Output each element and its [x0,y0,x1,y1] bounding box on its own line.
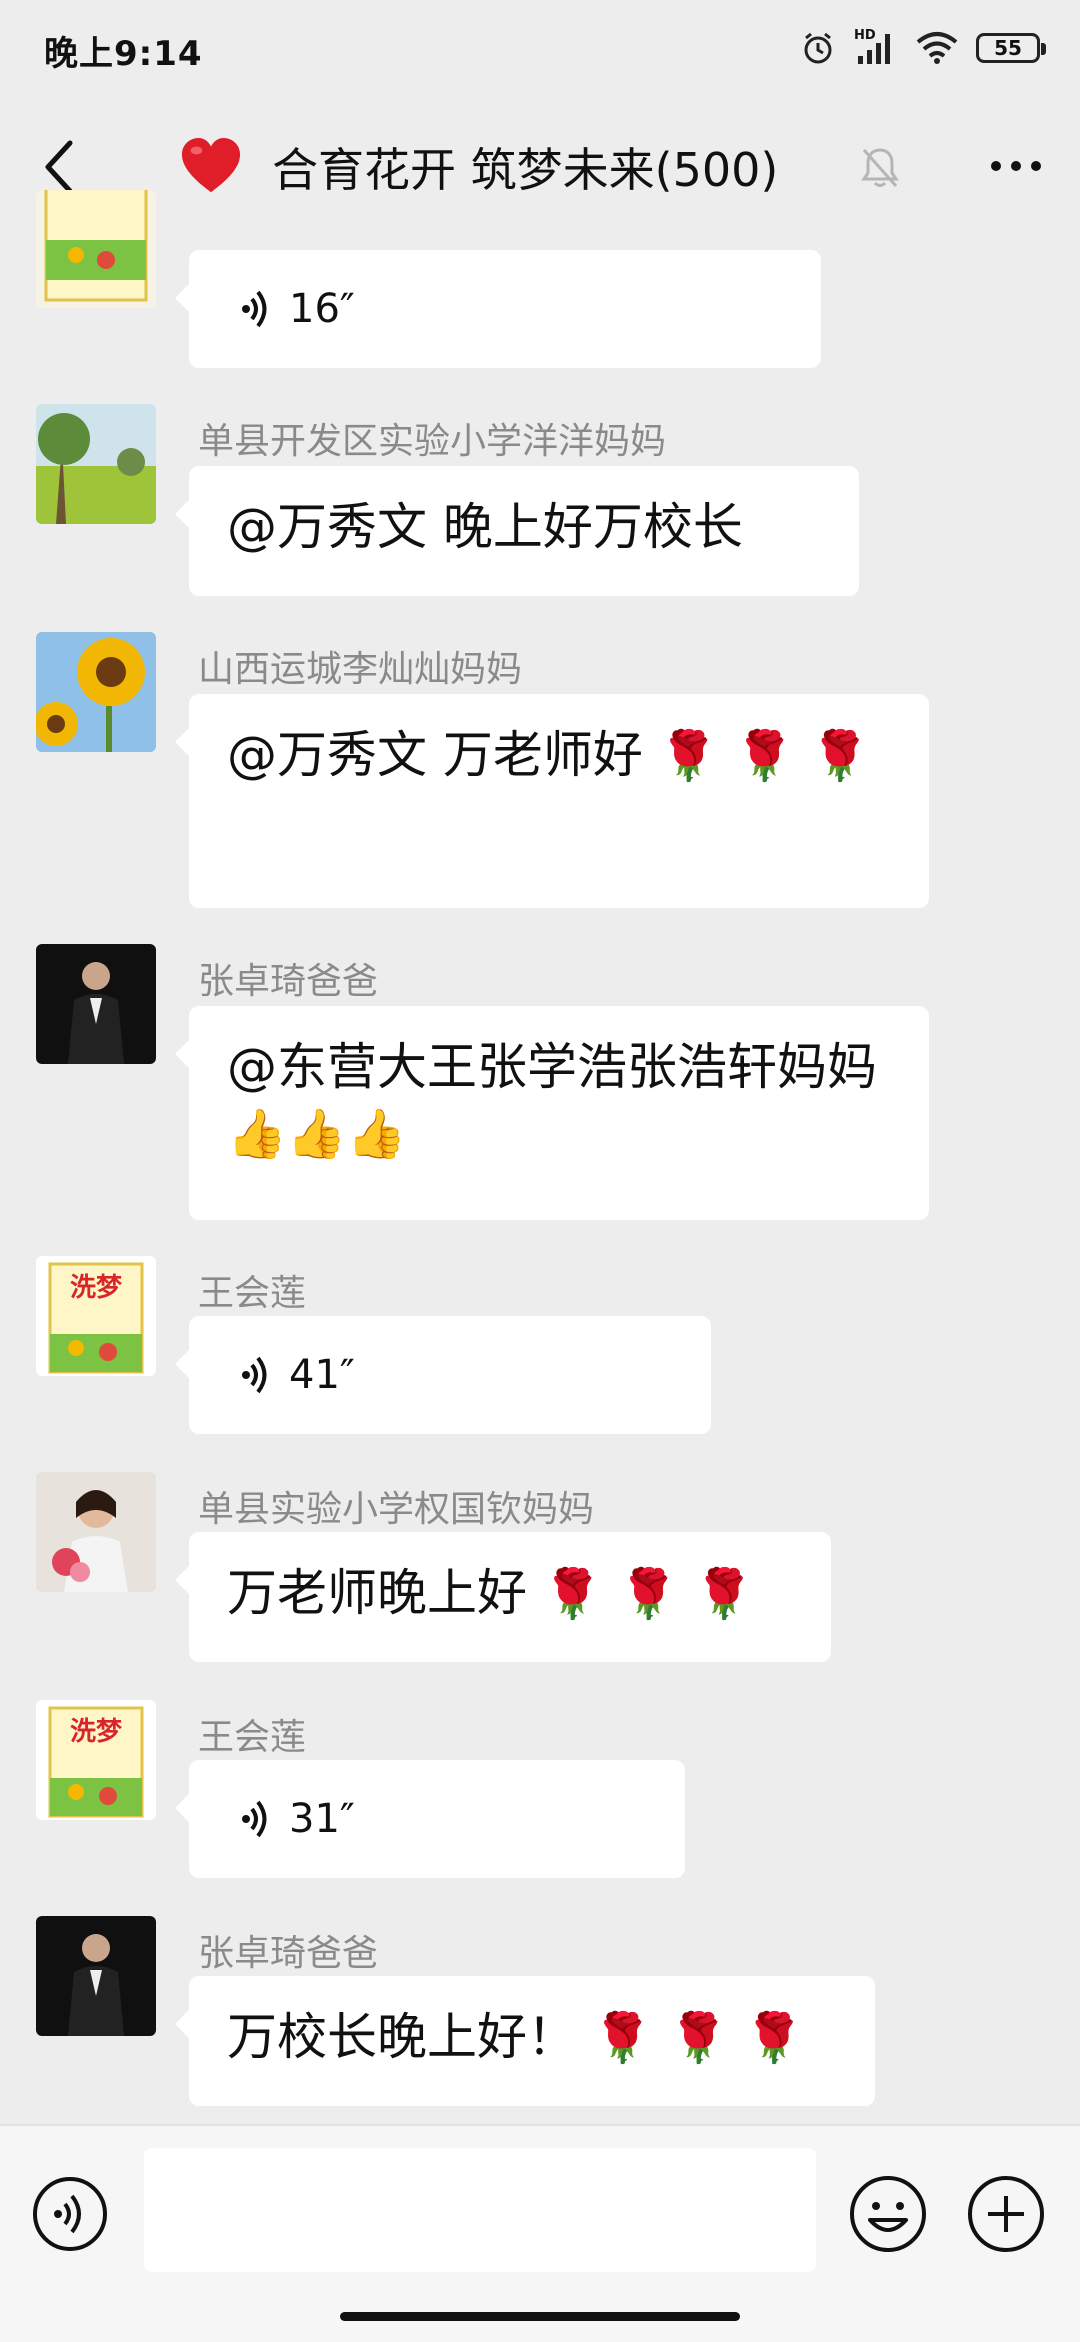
avatar[interactable]: 洗梦 [36,1700,156,1820]
voice-bubble[interactable]: 31″ [175,1760,685,1878]
sunflower-avatar-image [36,632,156,752]
rose-emoji-icon: 🌹 [658,728,719,784]
status-time: 晚上9:14 [44,34,203,74]
voice-input-icon[interactable] [32,2176,108,2252]
more-icon-dot [1011,161,1021,171]
signal-icon: HD [854,28,898,66]
voice-duration: 16″ [289,286,355,332]
message-input[interactable] [144,2148,816,2272]
chat-title-area[interactable]: 合育花开 筑梦未来(500) [180,134,778,200]
message-text: @万秀文 晚上好万校长 [227,498,743,556]
battery-level: 55 [994,36,1022,60]
chat-header: 合育花开 筑梦未来(500) [0,96,1080,238]
input-bar [0,2124,1080,2342]
avatar[interactable] [36,404,156,524]
emoji-icon[interactable] [848,2174,928,2254]
thumbs-up-emoji-icon: 👍 [227,1106,287,1162]
sender-name: 王会莲 [198,1273,307,1314]
sender-name: 张卓琦爸爸 [198,961,379,1002]
sender-name: 张卓琦爸爸 [198,1933,379,1974]
rose-emoji-icon: 🌹 [744,2010,805,2066]
green-field-avatar-image [36,404,156,524]
battery-icon: 55 [976,33,1046,63]
home-indicator[interactable] [340,2312,740,2321]
message-bubble[interactable]: @万秀文 晚上好万校长 [175,466,859,596]
voice-bubble[interactable]: 16″ [175,250,821,368]
milk-powder-avatar-image: 洗梦 [36,1256,156,1376]
message-bubble[interactable]: 万校长晚上好！ 🌹 🌹 🌹 [175,1976,875,2106]
rose-emoji-icon: 🌹 [668,2010,729,2066]
plus-icon[interactable] [966,2174,1046,2254]
message-text: 万老师晚上好 [227,1564,527,1622]
rose-emoji-icon: 🌹 [694,1566,755,1622]
avatar[interactable] [36,1472,156,1592]
voice-duration: 41″ [289,1352,355,1398]
man-in-suit-avatar-image [36,1916,156,2036]
message-bubble[interactable]: @万秀文 万老师好 🌹 🌹 🌹 [175,694,929,908]
message-bubble[interactable]: @东营大王张学浩张浩轩妈妈 👍👍👍 [175,1006,929,1220]
message-text: @万秀文 万老师好 [227,726,643,784]
voice-wave-icon [242,1800,267,1838]
svg-text:洗梦: 洗梦 [70,1717,123,1747]
voice-wave-icon [242,1356,267,1394]
more-button[interactable] [976,136,1056,196]
status-bar: 晚上9:14 HD 55 [0,0,1080,96]
thumbs-up-emoji-icon: 👍 [346,1106,407,1162]
svg-text:洗梦: 洗梦 [70,1273,123,1303]
wifi-icon [916,32,958,64]
avatar[interactable] [36,944,156,1064]
man-in-suit-avatar-image [36,944,156,1064]
milk-powder-avatar-image [36,190,156,308]
message-text: 万校长晚上好！ [227,2008,577,2066]
sender-name: 单县实验小学权国钦妈妈 [198,1489,595,1530]
chat-title: 合育花开 筑梦未来(500) [272,143,779,197]
voice-wave-icon [242,290,267,328]
status-icons: HD 55 [800,28,1046,68]
sender-name: 单县开发区实验小学洋洋妈妈 [198,421,667,462]
avatar[interactable] [36,190,156,308]
thumbs-up-emoji-icon: 👍 [286,1106,347,1162]
rose-emoji-icon: 🌹 [542,1566,603,1622]
rose-emoji-icon: 🌹 [592,2010,653,2066]
message-bubble[interactable]: 万老师晚上好 🌹 🌹 🌹 [175,1532,831,1662]
rose-emoji-icon: 🌹 [618,1566,679,1622]
mute-bell-icon [861,148,899,187]
alarm-icon [804,32,832,64]
rose-emoji-icon: 🌹 [810,728,870,784]
voice-bubble[interactable]: 41″ [175,1316,711,1434]
rose-emoji-icon: 🌹 [734,728,795,784]
avatar[interactable] [36,632,156,752]
heart-emoji-icon [181,137,241,193]
avatar[interactable] [36,1916,156,2036]
more-icon-dot [1031,161,1041,171]
message-text: @东营大王张学浩张浩轩妈妈 [227,1038,877,1096]
milk-powder-avatar-image: 洗梦 [36,1700,156,1820]
sender-name: 山西运城李灿灿妈妈 [198,649,523,690]
more-icon-dot [991,161,1001,171]
avatar[interactable]: 洗梦 [36,1256,156,1376]
sender-name: 王会莲 [198,1717,307,1758]
back-icon [45,140,73,194]
woman-with-flowers-avatar-image [36,1472,156,1592]
voice-duration: 31″ [289,1796,355,1842]
